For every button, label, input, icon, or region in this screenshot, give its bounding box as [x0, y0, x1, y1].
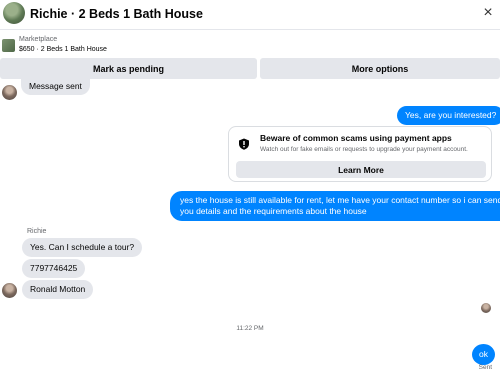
- marketplace-listing[interactable]: Marketplace $650 · 2 Beds 1 Bath House: [0, 34, 500, 56]
- scam-warning-title: Beware of common scams using payment app…: [260, 133, 452, 143]
- message-bubble-outgoing: yes the house is still available for ren…: [170, 191, 500, 221]
- listing-actions: Mark as pending More options: [0, 58, 500, 80]
- chat-header: Richie · 2 Beds 1 Bath House ×: [0, 0, 500, 30]
- message-bubble-incoming: 7797746425: [22, 259, 86, 278]
- more-options-button[interactable]: More options: [260, 58, 500, 79]
- listing-description: $650 · 2 Beds 1 Bath House: [19, 46, 107, 53]
- message-bubble-incoming: Yes. Can I schedule a tour?: [22, 238, 143, 257]
- scam-warning-card: Beware of common scams using payment app…: [228, 126, 492, 182]
- seen-avatar: [481, 303, 491, 313]
- chat-title[interactable]: Richie · 2 Beds 1 Bath House: [30, 7, 203, 21]
- mark-as-pending-button[interactable]: Mark as pending: [0, 58, 257, 79]
- message-bubble-incoming: Message sent: [21, 78, 90, 95]
- close-icon[interactable]: ×: [480, 5, 496, 21]
- sender-avatar[interactable]: [2, 85, 17, 100]
- sender-name: Richie: [27, 228, 47, 235]
- contact-avatar[interactable]: [3, 2, 25, 24]
- listing-thumbnail: [2, 39, 15, 52]
- message-bubble-incoming: Ronald Motton: [22, 280, 94, 299]
- message-timestamp: 11:22 PM: [236, 325, 264, 332]
- shield-icon: [239, 138, 249, 150]
- scam-warning-text: Watch out for fake emails or requests to…: [260, 146, 468, 153]
- message-line: you details and the requirements about t…: [180, 206, 367, 216]
- sender-avatar[interactable]: [2, 283, 17, 298]
- listing-kicker: Marketplace: [19, 36, 58, 43]
- message-bubble-outgoing: Yes, are you interested?: [397, 106, 500, 125]
- message-line: yes the house is still available for ren…: [180, 195, 500, 205]
- learn-more-button[interactable]: Learn More: [236, 161, 486, 178]
- sent-status: Sent: [478, 364, 492, 371]
- message-bubble-outgoing: ok: [472, 344, 495, 365]
